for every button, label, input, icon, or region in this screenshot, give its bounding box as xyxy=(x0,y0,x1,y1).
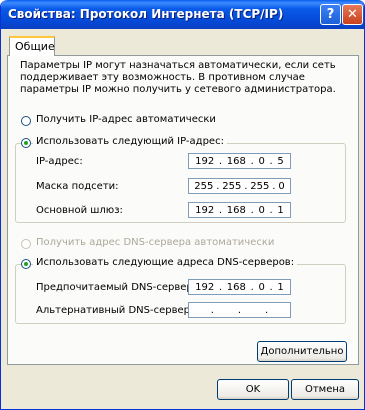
ip-auto-label[interactable]: Получить IP-адрес автоматически xyxy=(36,114,216,125)
gateway-field[interactable]: 192. 168. 0. 1 xyxy=(188,202,291,218)
ip-address-octet-4: 5 xyxy=(277,155,284,167)
title-bar[interactable]: Свойства: Протокол Интернета (TCP/IP) ? … xyxy=(1,0,364,29)
preferred-dns-octet-3: 0 xyxy=(258,281,265,293)
ok-button[interactable]: OK xyxy=(217,379,289,400)
ip-address-octet-1: 192 xyxy=(195,155,215,167)
gateway-octet-2: 168 xyxy=(226,204,246,216)
preferred-dns-label: Предпочитаемый DNS-сервер: xyxy=(36,282,197,293)
tab-general[interactable]: Общие xyxy=(9,36,55,56)
subnet-mask-octet-4: 0 xyxy=(278,180,285,192)
tcpip-properties-dialog: Свойства: Протокол Интернета (TCP/IP) ? … xyxy=(0,0,365,410)
ip-address-octet-3: 0 xyxy=(258,155,265,167)
subnet-mask-field[interactable]: 255. 255. 255. 0 xyxy=(188,178,291,194)
gateway-label: Основной шлюз: xyxy=(36,205,123,216)
ip-manual-label[interactable]: Использовать следующий IP-адрес: xyxy=(33,136,227,147)
alternate-dns-label: Альтернативный DNS-сервер: xyxy=(36,305,194,316)
close-button[interactable]: ✕ xyxy=(342,4,363,25)
subnet-mask-octet-1: 255 xyxy=(194,180,214,192)
ip-address-label: IP-адрес: xyxy=(36,156,83,167)
ip-address-field[interactable]: 192. 168. 0. 5 xyxy=(188,153,291,169)
ip-auto-radio[interactable] xyxy=(21,116,31,126)
preferred-dns-octet-4: 1 xyxy=(277,281,284,293)
advanced-button[interactable]: Дополнительно xyxy=(257,341,347,362)
subnet-mask-octet-3: 255 xyxy=(250,180,270,192)
subnet-mask-label: Маска подсети: xyxy=(36,181,119,192)
dns-auto-label[interactable]: Получить адрес DNS-сервера автоматически xyxy=(36,237,274,248)
preferred-dns-octet-2: 168 xyxy=(226,281,246,293)
cancel-button[interactable]: Отмена xyxy=(291,379,359,400)
gateway-octet-1: 192 xyxy=(195,204,215,216)
dns-manual-label[interactable]: Использовать следующие адреса DNS-сервер… xyxy=(33,257,298,268)
dns-auto-radio[interactable] xyxy=(21,239,31,249)
ip-address-octet-2: 168 xyxy=(226,155,246,167)
preferred-dns-octet-1: 192 xyxy=(195,281,215,293)
ip-manual-radio[interactable] xyxy=(21,138,31,148)
alternate-dns-field[interactable]: . . . xyxy=(188,302,291,318)
gateway-octet-4: 1 xyxy=(277,204,284,216)
window-title: Свойства: Протокол Интернета (TCP/IP) xyxy=(8,7,284,21)
gateway-octet-3: 0 xyxy=(258,204,265,216)
description-text: Параметры IP могут назначаться автоматич… xyxy=(20,60,336,95)
help-button[interactable]: ? xyxy=(320,4,341,25)
preferred-dns-field[interactable]: 192. 168. 0. 1 xyxy=(188,279,291,295)
dns-manual-radio[interactable] xyxy=(21,259,31,269)
subnet-mask-octet-2: 255 xyxy=(222,180,242,192)
